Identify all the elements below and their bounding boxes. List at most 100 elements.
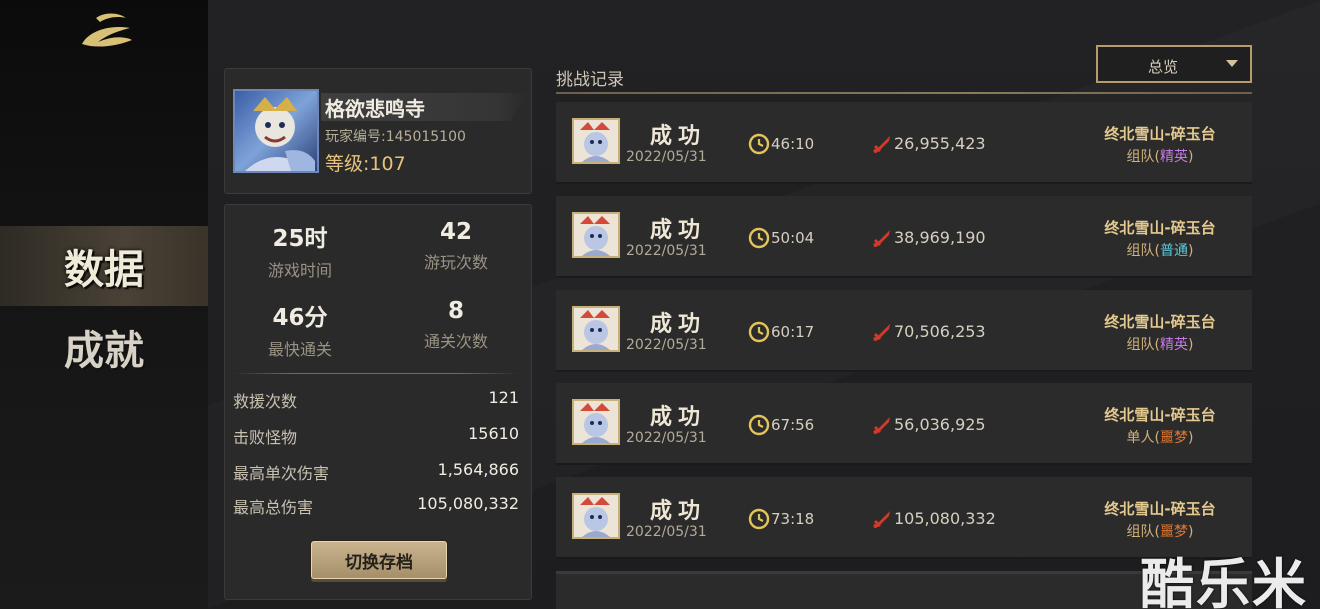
sword-icon: [873, 324, 890, 341]
record-mode-suffix: ): [1188, 243, 1194, 259]
stat-clear-count-label: 通关次数: [423, 332, 488, 351]
stat-row-label: 救援次数: [233, 392, 298, 411]
stat-row-label: 最高总伤害: [233, 498, 314, 517]
stat-play-count-label: 游玩次数: [423, 253, 488, 272]
clock-icon: [748, 321, 770, 343]
stat-row-label: 最高单次伤害: [233, 464, 330, 483]
stat-play-count-value: 42: [439, 219, 472, 245]
record-mode-prefix: 组队(: [1126, 337, 1160, 353]
record-row[interactable]: 成功 2022/05/31 46:10 26,955,423 终北雪山-碎玉台 …: [556, 102, 1252, 184]
boss-portrait-icon: [572, 306, 620, 352]
record-row[interactable]: 成功 2022/05/31 67:56 56,036,925 终北雪山-碎玉台 …: [556, 383, 1252, 465]
record-row[interactable]: 成功 2022/05/31 50:04 38,969,190 终北雪山-碎玉台 …: [556, 196, 1252, 278]
record-mode-prefix: 组队(: [1126, 149, 1160, 165]
watermark: 酷乐米: [1140, 553, 1308, 609]
record-stage: 终北雪山-碎玉台: [1104, 125, 1216, 143]
stat-row-value: 1,564,866: [437, 460, 519, 479]
records-title: 挑战记录: [556, 70, 624, 90]
stat-fastest-clear-label: 最快通关: [267, 340, 332, 359]
record-difficulty: 噩梦: [1160, 524, 1188, 540]
record-result: 成功: [649, 312, 706, 337]
boss-portrait-icon: [572, 212, 620, 258]
nav-tab-data-label: 数据: [64, 246, 144, 293]
records-filter-value: 总览: [1147, 58, 1178, 76]
brand-swoosh-icon: [82, 13, 132, 47]
player-level: 等级:107: [325, 153, 406, 175]
record-mode-prefix: 组队(: [1126, 243, 1160, 259]
record-difficulty: 噩梦: [1160, 430, 1188, 446]
record-date: 2022/05/31: [626, 430, 707, 446]
record-duration: 67:56: [771, 416, 815, 434]
stat-play-time-value: 25时: [272, 226, 328, 252]
nav-tab-achievement-label: 成就: [64, 327, 144, 374]
record-stage: 终北雪山-碎玉台: [1104, 500, 1216, 518]
record-mode: 组队(精英): [1060, 334, 1260, 354]
sword-icon: [873, 230, 890, 247]
record-mode: 组队(普通): [1060, 240, 1260, 260]
record-mode-suffix: ): [1188, 149, 1194, 165]
stat-clear-count: 8 通关次数: [381, 298, 531, 352]
record-mode-suffix: ): [1188, 524, 1194, 540]
player-name: 格欲悲鸣寺: [325, 97, 425, 121]
record-stage: 终北雪山-碎玉台: [1104, 219, 1216, 237]
boss-portrait-icon: [572, 118, 620, 164]
record-date: 2022/05/31: [626, 337, 707, 353]
record-damage: 26,955,423: [894, 134, 986, 153]
record-date: 2022/05/31: [626, 149, 707, 165]
avatar: [233, 89, 319, 173]
record-result: 成功: [649, 218, 706, 243]
nav-tab-data[interactable]: 数据: [0, 226, 208, 306]
record-difficulty: 精英: [1160, 337, 1188, 353]
character-portrait-icon: [245, 97, 315, 171]
record-stage: 终北雪山-碎玉台: [1104, 406, 1216, 424]
stat-play-count: 42 游玩次数: [381, 219, 531, 273]
record-result: 成功: [649, 499, 706, 524]
record-duration: 50:04: [771, 229, 815, 247]
record-mode-suffix: ): [1188, 337, 1194, 353]
stat-row-value: 121: [488, 388, 519, 407]
clock-icon: [748, 227, 770, 249]
sword-icon: [873, 417, 890, 434]
record-difficulty: 精英: [1160, 149, 1188, 165]
stat-row-max-single-damage: 最高单次伤害 1,564,866: [233, 460, 519, 484]
record-stage: 终北雪山-碎玉台: [1104, 313, 1216, 331]
player-id: 玩家编号:145015100: [325, 129, 466, 145]
profile-card: 格欲悲鸣寺 玩家编号:145015100 等级:107: [224, 68, 532, 194]
stat-row-value: 105,080,332: [417, 494, 519, 513]
sidebar: 数据 成就: [0, 0, 208, 609]
stat-row-max-total-damage: 最高总伤害 105,080,332: [233, 494, 519, 518]
stat-row-value: 15610: [468, 424, 519, 443]
stat-row-rescues: 救援次数 121: [233, 388, 519, 412]
record-mode: 组队(精英): [1060, 146, 1260, 166]
stat-clear-count-value: 8: [447, 298, 464, 324]
record-duration: 73:18: [771, 510, 815, 528]
sword-icon: [873, 136, 890, 153]
record-damage: 38,969,190: [894, 228, 986, 247]
record-damage: 70,506,253: [894, 322, 986, 341]
sword-icon: [873, 511, 890, 528]
stat-row-label: 击败怪物: [233, 428, 298, 447]
record-mode-prefix: 组队(: [1126, 524, 1160, 540]
record-date: 2022/05/31: [626, 243, 707, 259]
record-mode: 组队(噩梦): [1060, 521, 1260, 541]
boss-portrait-icon: [572, 399, 620, 445]
record-duration: 46:10: [771, 135, 815, 153]
chevron-down-icon: [1226, 60, 1238, 67]
record-damage: 56,036,925: [894, 415, 986, 434]
record-duration: 60:17: [771, 323, 815, 341]
stat-fastest-clear: 46分 最快通关: [225, 298, 375, 360]
stat-fastest-clear-value: 46分: [272, 305, 328, 331]
record-difficulty: 普通: [1160, 243, 1188, 259]
clock-icon: [748, 508, 770, 530]
stat-play-time-label: 游戏时间: [267, 261, 332, 280]
stats-card: 25时 游戏时间 42 游玩次数 46分 最快通关 8 通关次数 救援次数 12…: [224, 204, 532, 600]
record-date: 2022/05/31: [626, 524, 707, 540]
record-result: 成功: [649, 405, 706, 430]
record-result: 成功: [649, 124, 706, 149]
record-row[interactable]: 成功 2022/05/31 60:17 70,506,253 终北雪山-碎玉台 …: [556, 290, 1252, 372]
nav-tab-achievement[interactable]: 成就: [0, 307, 208, 387]
boss-portrait-icon: [572, 493, 620, 539]
stat-row-monsters: 击败怪物 15610: [233, 424, 519, 448]
switch-save-button[interactable]: 切换存档: [311, 541, 447, 579]
records-filter-dropdown[interactable]: 总览: [1096, 45, 1252, 83]
